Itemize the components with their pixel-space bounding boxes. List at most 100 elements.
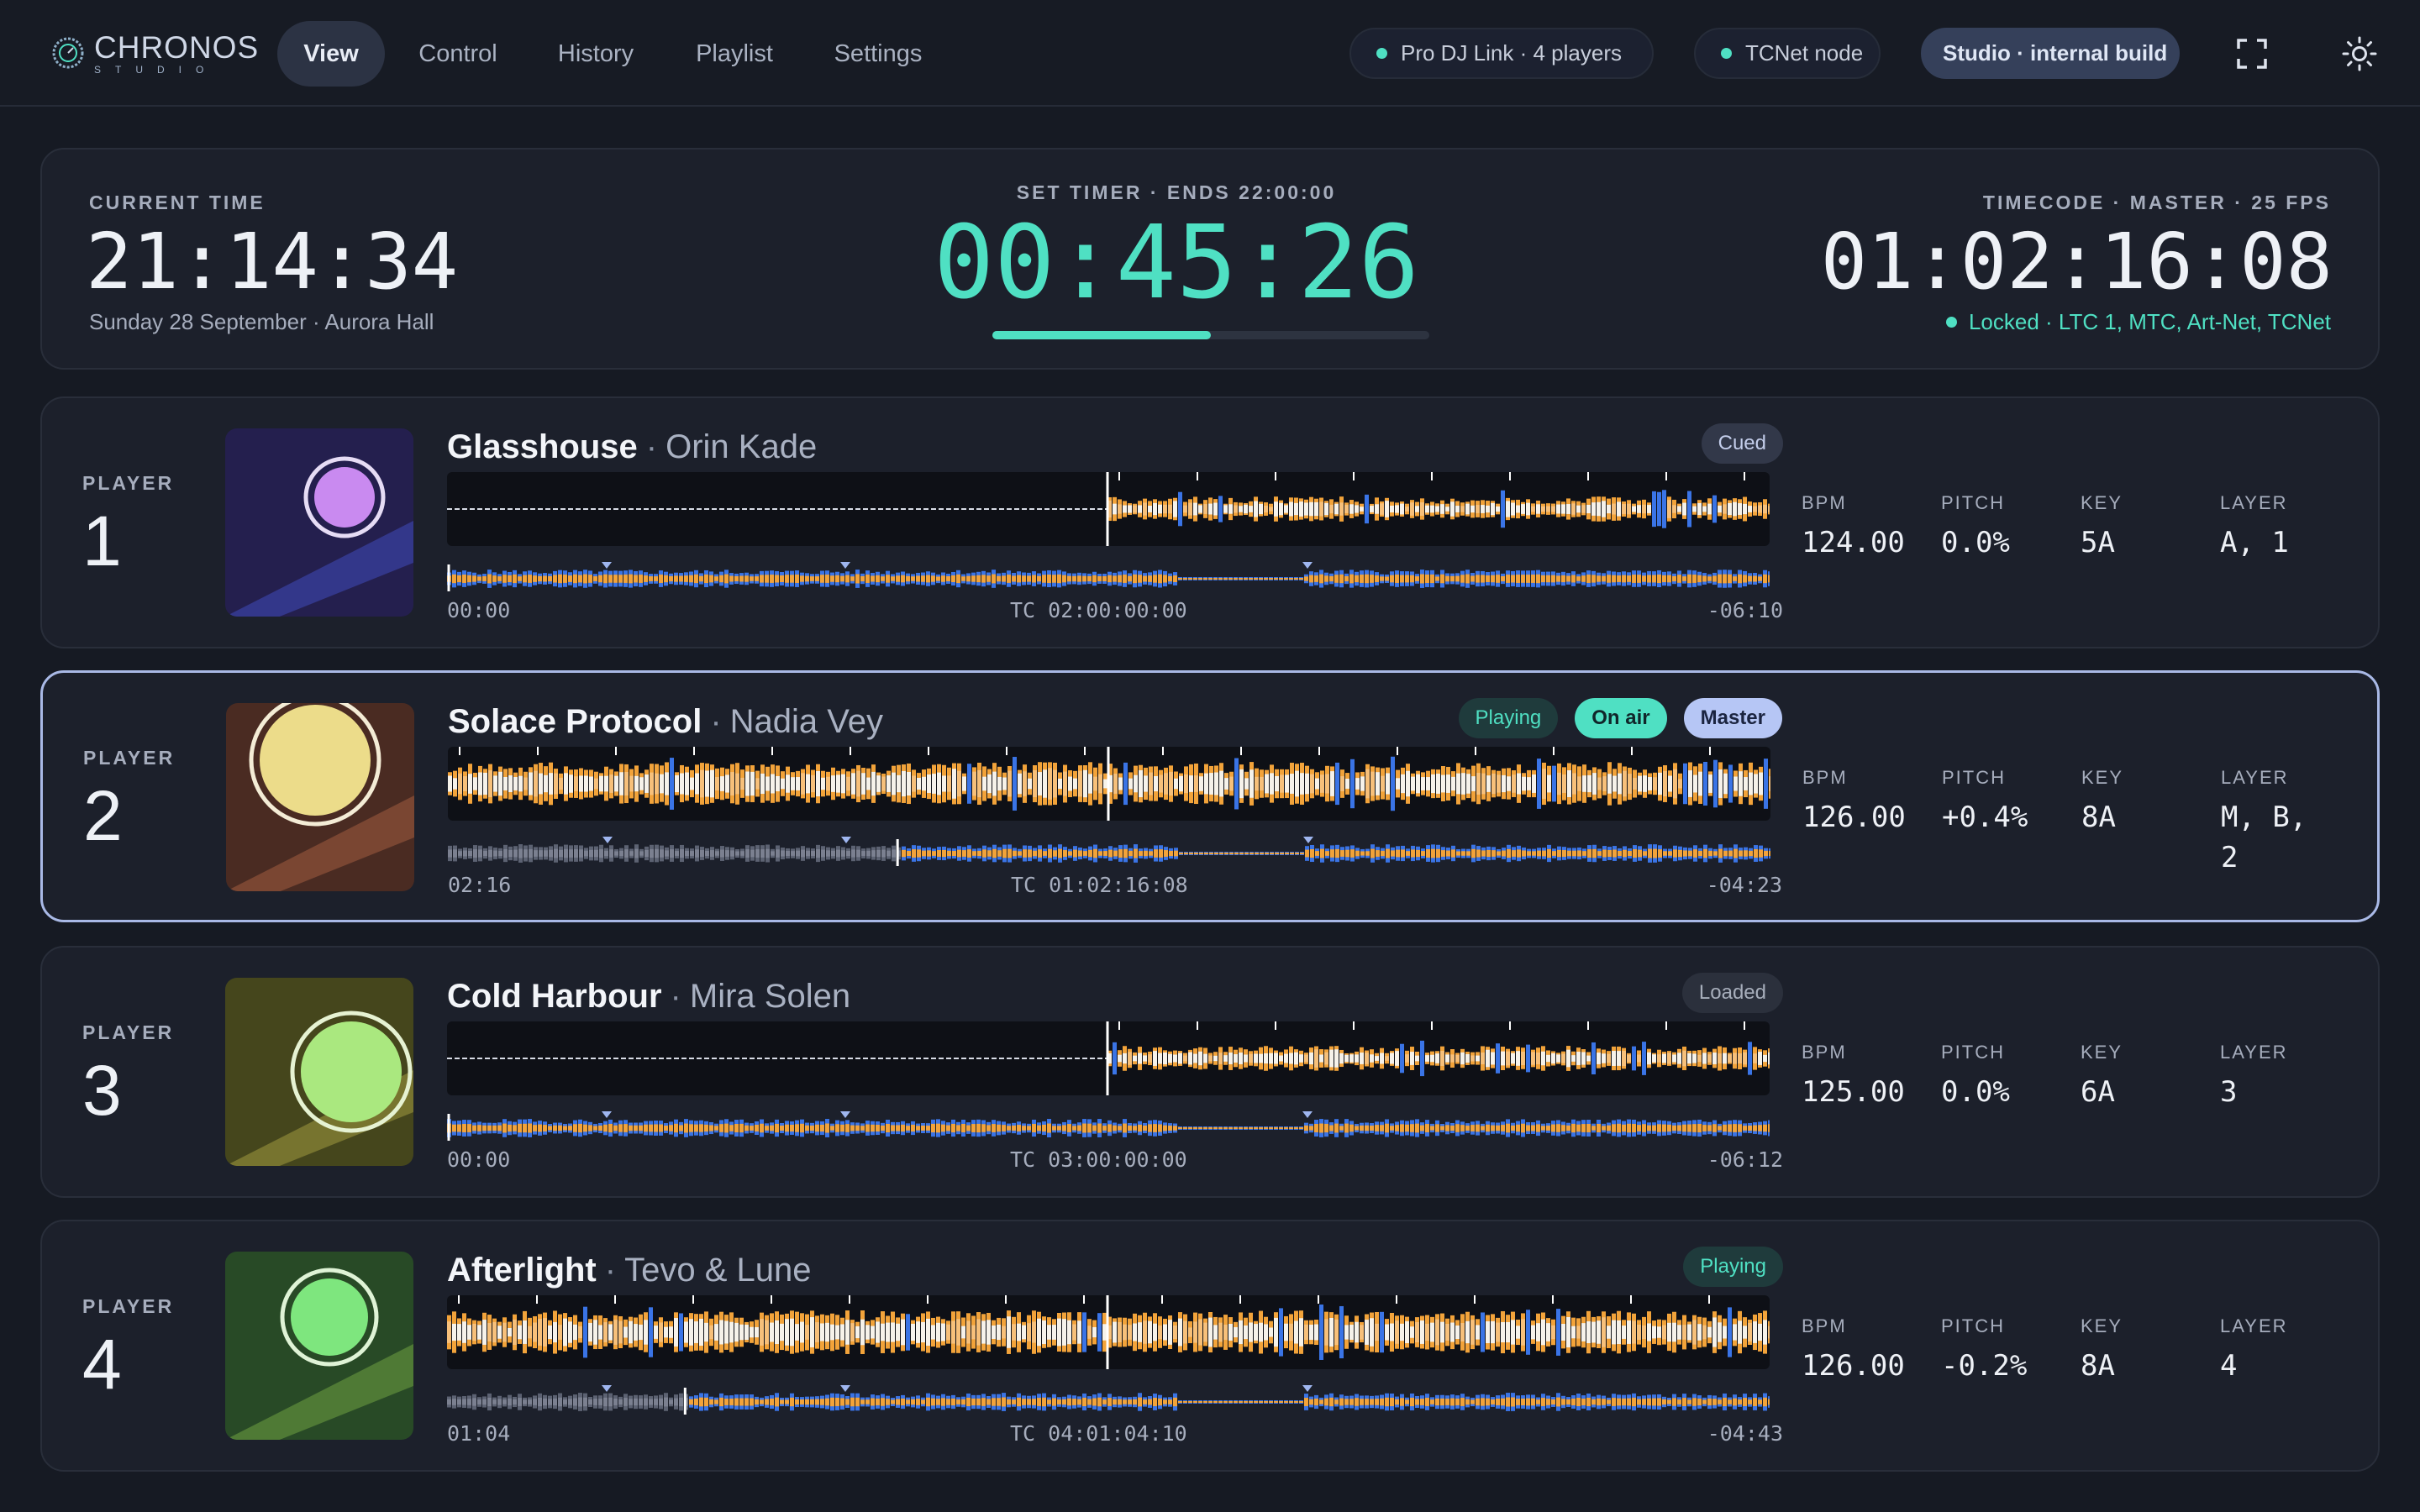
cue-marker-icon[interactable]	[602, 837, 613, 843]
track-title-row: Afterlight · Tevo & Lune	[447, 1245, 811, 1295]
status-badges: Playing On air Master	[1442, 698, 1782, 738]
tcnet-label: TCNet node	[1745, 40, 1864, 66]
tcnet-status[interactable]: TCNet node	[1694, 28, 1881, 79]
current-time-label: CURRENT TIME	[89, 192, 266, 213]
track-title-row: Glasshouse · Orin Kade	[447, 422, 817, 472]
cue-marker-icon[interactable]	[602, 1111, 612, 1118]
track-timecode: TC 01:02:16:08	[1011, 873, 1188, 897]
key-value: 5A	[2081, 526, 2115, 559]
track-title-row: Cold Harbour · Mira Solen	[447, 971, 850, 1021]
elapsed-time: 00:00	[447, 1147, 511, 1172]
title-separator: ·	[670, 977, 681, 1015]
track-timecode: TC 02:00:00:00	[1010, 598, 1187, 622]
tab-settings[interactable]: Settings	[815, 21, 941, 87]
cue-marker-icon[interactable]	[1302, 1111, 1313, 1118]
bpm-value: 126.00	[1802, 1349, 1905, 1383]
waveform-zoom[interactable]	[448, 747, 1770, 821]
build-badge: Studio · internal build	[1921, 28, 2180, 79]
waveform-overview-graphic	[448, 837, 1773, 866]
key-value: 8A	[2081, 801, 2116, 834]
waveform-zoom[interactable]	[447, 1021, 1770, 1095]
timecode-status: Locked · LTC 1, MTC, Art-Net, TCNet	[1945, 309, 2331, 335]
timecode-status-text: Locked · LTC 1, MTC, Art-Net, TCNet	[1968, 309, 2331, 334]
cue-marker-icon[interactable]	[840, 1385, 850, 1392]
waveform-overview[interactable]	[447, 1107, 1772, 1141]
set-timer-fill	[992, 331, 1211, 339]
cue-marker-icon[interactable]	[1303, 837, 1313, 843]
timecode-value: 01:02:16:08	[1820, 217, 2333, 307]
pitch-label: PITCH	[1941, 1315, 2005, 1336]
track-timecode: TC 04:01:04:10	[1010, 1421, 1187, 1446]
title-separator: ·	[604, 1251, 617, 1289]
player-card-1[interactable]: PLAYER 1 Glasshouse · Orin Kade Cued 00:…	[40, 396, 2380, 648]
waveform-zoom[interactable]	[447, 472, 1770, 546]
track-artist: Orin Kade	[666, 428, 818, 465]
pitch-label: PITCH	[1941, 1042, 2005, 1063]
waveform-zoom-graphic	[447, 1021, 1770, 1095]
waveform-zoom[interactable]	[447, 1295, 1770, 1369]
bpm-value: 125.00	[1802, 1075, 1905, 1109]
album-art-graphic	[226, 703, 414, 891]
title-separator: ·	[645, 428, 658, 465]
cue-marker-icon[interactable]	[602, 562, 612, 569]
player-number: 1	[82, 501, 122, 580]
bpm-label: BPM	[1802, 1042, 1847, 1063]
cue-marker-icon[interactable]	[1302, 1385, 1313, 1392]
cue-marker-icon[interactable]	[602, 1385, 612, 1392]
waveform-overview[interactable]	[447, 1381, 1772, 1415]
status-badges: Playing	[1666, 1247, 1783, 1287]
waveform-zoom-graphic	[447, 472, 1770, 546]
status-badge: Playing	[1458, 698, 1559, 738]
player-card-2[interactable]: PLAYER 2 Solace Protocol · Nadia Vey Pla…	[40, 670, 2380, 922]
pro-dj-link-label: Pro DJ Link · 4 players	[1401, 40, 1622, 66]
pitch-value: 0.0%	[1941, 1075, 2010, 1109]
track-artist: Mira Solen	[689, 977, 851, 1015]
track-title: Solace Protocol	[448, 702, 702, 740]
cue-marker-icon[interactable]	[841, 837, 851, 843]
brightness-icon[interactable]	[2341, 35, 2378, 72]
cue-marker-icon[interactable]	[840, 1111, 850, 1118]
layer-value: A, 1	[2220, 526, 2289, 559]
player-label: PLAYER	[82, 1295, 175, 1317]
cue-marker-icon[interactable]	[840, 562, 850, 569]
bpm-label: BPM	[1802, 492, 1847, 513]
status-badges: Loaded	[1665, 973, 1783, 1013]
remaining-time: -04:23	[1706, 873, 1782, 897]
key-value: 6A	[2081, 1075, 2115, 1109]
app-name: CHRONOS	[94, 29, 260, 65]
layer-label: LAYER	[2220, 1042, 2288, 1063]
tab-view[interactable]: View	[277, 21, 385, 87]
pro-dj-link-status[interactable]: Pro DJ Link · 4 players	[1349, 28, 1654, 79]
status-badge: Loaded	[1681, 973, 1783, 1013]
status-badge: Master	[1683, 698, 1782, 738]
track-artist: Nadia Vey	[729, 702, 883, 740]
tab-history[interactable]: History	[538, 21, 654, 87]
fullscreen-icon[interactable]	[2233, 35, 2270, 72]
album-art-graphic	[225, 1252, 413, 1440]
remaining-time: -06:10	[1707, 598, 1783, 622]
key-value: 8A	[2081, 1349, 2115, 1383]
waveform-overview[interactable]	[447, 558, 1772, 591]
track-artist: Tevo & Lune	[624, 1251, 812, 1289]
pitch-label: PITCH	[1942, 767, 2006, 788]
waveform-overview[interactable]	[448, 832, 1773, 866]
tab-playlist[interactable]: Playlist	[679, 21, 790, 87]
app-logo[interactable]: CHRONOS STUDIO	[50, 29, 260, 76]
status-badge: Playing	[1683, 1247, 1783, 1287]
elapsed-time: 01:04	[447, 1421, 511, 1446]
pitch-value: 0.0%	[1941, 526, 2010, 559]
tab-control[interactable]: Control	[403, 21, 513, 87]
cue-marker-icon[interactable]	[1302, 562, 1313, 569]
layer-value: 3	[2220, 1075, 2238, 1109]
album-art	[225, 428, 413, 617]
logo-icon	[52, 37, 84, 69]
bpm-label: BPM	[1802, 1315, 1847, 1336]
set-timer-bar	[992, 331, 1429, 339]
player-card-4[interactable]: PLAYER 4 Afterlight · Tevo & Lune Playin…	[40, 1220, 2380, 1472]
waveform-zoom-graphic	[448, 747, 1770, 821]
player-card-3[interactable]: PLAYER 3 Cold Harbour · Mira Solen Loade…	[40, 946, 2380, 1198]
player-number: 2	[83, 776, 123, 855]
app-sub: STUDIO	[94, 63, 218, 76]
top-nav: CHRONOS STUDIO View Control History Play…	[0, 0, 2420, 107]
track-title: Afterlight	[447, 1251, 597, 1289]
